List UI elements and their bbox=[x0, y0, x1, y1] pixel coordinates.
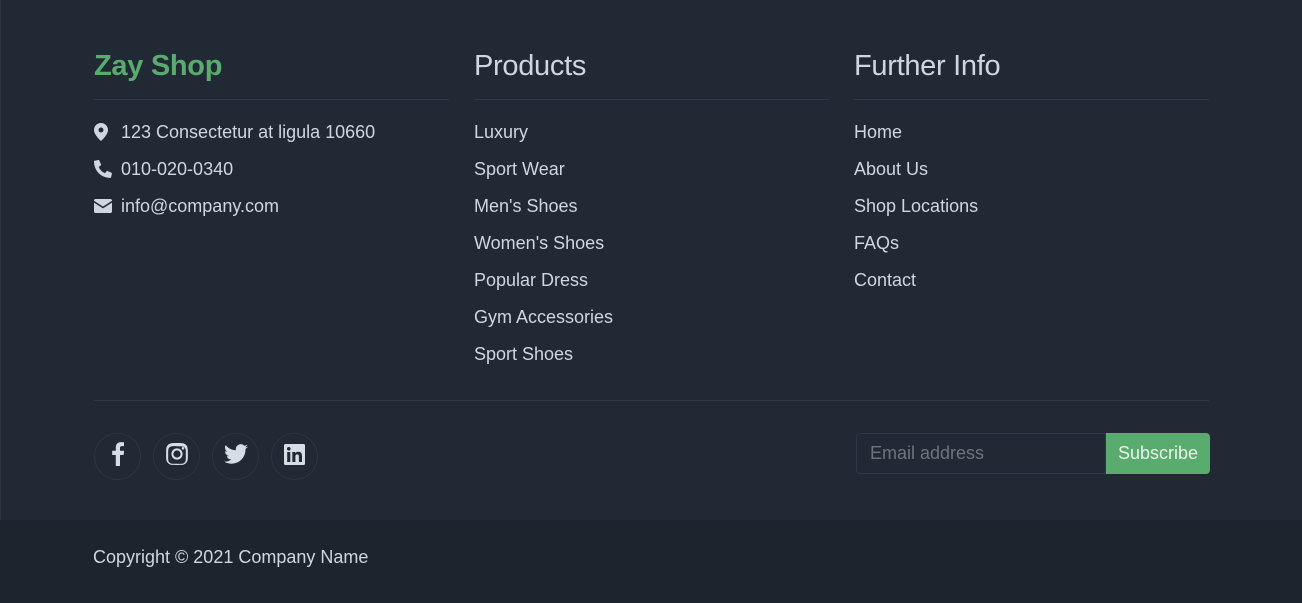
products-list: Luxury Sport Wear Men's Shoes Women's Sh… bbox=[474, 121, 829, 380]
info-link-home[interactable]: Home bbox=[854, 121, 1209, 158]
instagram-link[interactable] bbox=[153, 433, 200, 480]
footer-products-column: Products Luxury Sport Wear Men's Shoes W… bbox=[474, 44, 829, 380]
footer-bottom-bar: Copyright © 2021 Company Name bbox=[0, 520, 1302, 603]
further-info-heading: Further Info bbox=[854, 44, 1209, 100]
linkedin-icon bbox=[284, 443, 305, 470]
map-marker-icon bbox=[94, 121, 113, 143]
info-link-faqs[interactable]: FAQs bbox=[854, 232, 1209, 269]
contact-address: 123 Consectetur at ligula 10660 bbox=[94, 121, 449, 158]
twitter-link[interactable] bbox=[212, 433, 259, 480]
footer-divider bbox=[94, 400, 1209, 401]
phone-icon bbox=[94, 158, 113, 180]
subscribe-button[interactable]: Subscribe bbox=[1106, 433, 1210, 474]
contact-email-text[interactable]: info@company.com bbox=[121, 195, 279, 217]
contact-phone-text[interactable]: 010-020-0340 bbox=[121, 158, 233, 180]
further-info-list: Home About Us Shop Locations FAQs Contac… bbox=[854, 121, 1209, 306]
info-link-contact[interactable]: Contact bbox=[854, 269, 1209, 306]
footer-info-column: Further Info Home About Us Shop Location… bbox=[854, 44, 1209, 306]
products-link-sport-wear[interactable]: Sport Wear bbox=[474, 158, 829, 195]
social-links bbox=[94, 433, 330, 480]
products-link-mens-shoes[interactable]: Men's Shoes bbox=[474, 195, 829, 232]
brand-title: Zay Shop bbox=[94, 44, 449, 100]
info-link-shop-locations[interactable]: Shop Locations bbox=[854, 195, 1209, 232]
facebook-icon bbox=[111, 442, 124, 471]
twitter-icon bbox=[223, 444, 248, 469]
linkedin-link[interactable] bbox=[271, 433, 318, 480]
copyright-text: Copyright © 2021 Company Name bbox=[93, 547, 369, 567]
products-link-gym-accessories[interactable]: Gym Accessories bbox=[474, 306, 829, 343]
contact-phone[interactable]: 010-020-0340 bbox=[94, 158, 449, 195]
products-link-popular-dress[interactable]: Popular Dress bbox=[474, 269, 829, 306]
contact-email[interactable]: info@company.com bbox=[94, 195, 449, 232]
info-link-about-us[interactable]: About Us bbox=[854, 158, 1209, 195]
footer-brand-column: Zay Shop 123 Consectetur at ligula 10660… bbox=[94, 44, 449, 232]
envelope-icon bbox=[94, 195, 113, 217]
products-link-luxury[interactable]: Luxury bbox=[474, 121, 829, 158]
instagram-icon bbox=[165, 443, 188, 470]
email-input[interactable] bbox=[856, 433, 1106, 474]
facebook-link[interactable] bbox=[94, 433, 141, 480]
products-heading: Products bbox=[474, 44, 829, 100]
contact-list: 123 Consectetur at ligula 10660 010-020-… bbox=[94, 121, 449, 232]
products-link-sport-shoes[interactable]: Sport Shoes bbox=[474, 343, 829, 380]
products-link-womens-shoes[interactable]: Women's Shoes bbox=[474, 232, 829, 269]
footer-main: Zay Shop 123 Consectetur at ligula 10660… bbox=[0, 0, 1302, 520]
contact-address-text: 123 Consectetur at ligula 10660 bbox=[121, 122, 376, 142]
subscribe-form: Subscribe bbox=[856, 433, 1210, 474]
